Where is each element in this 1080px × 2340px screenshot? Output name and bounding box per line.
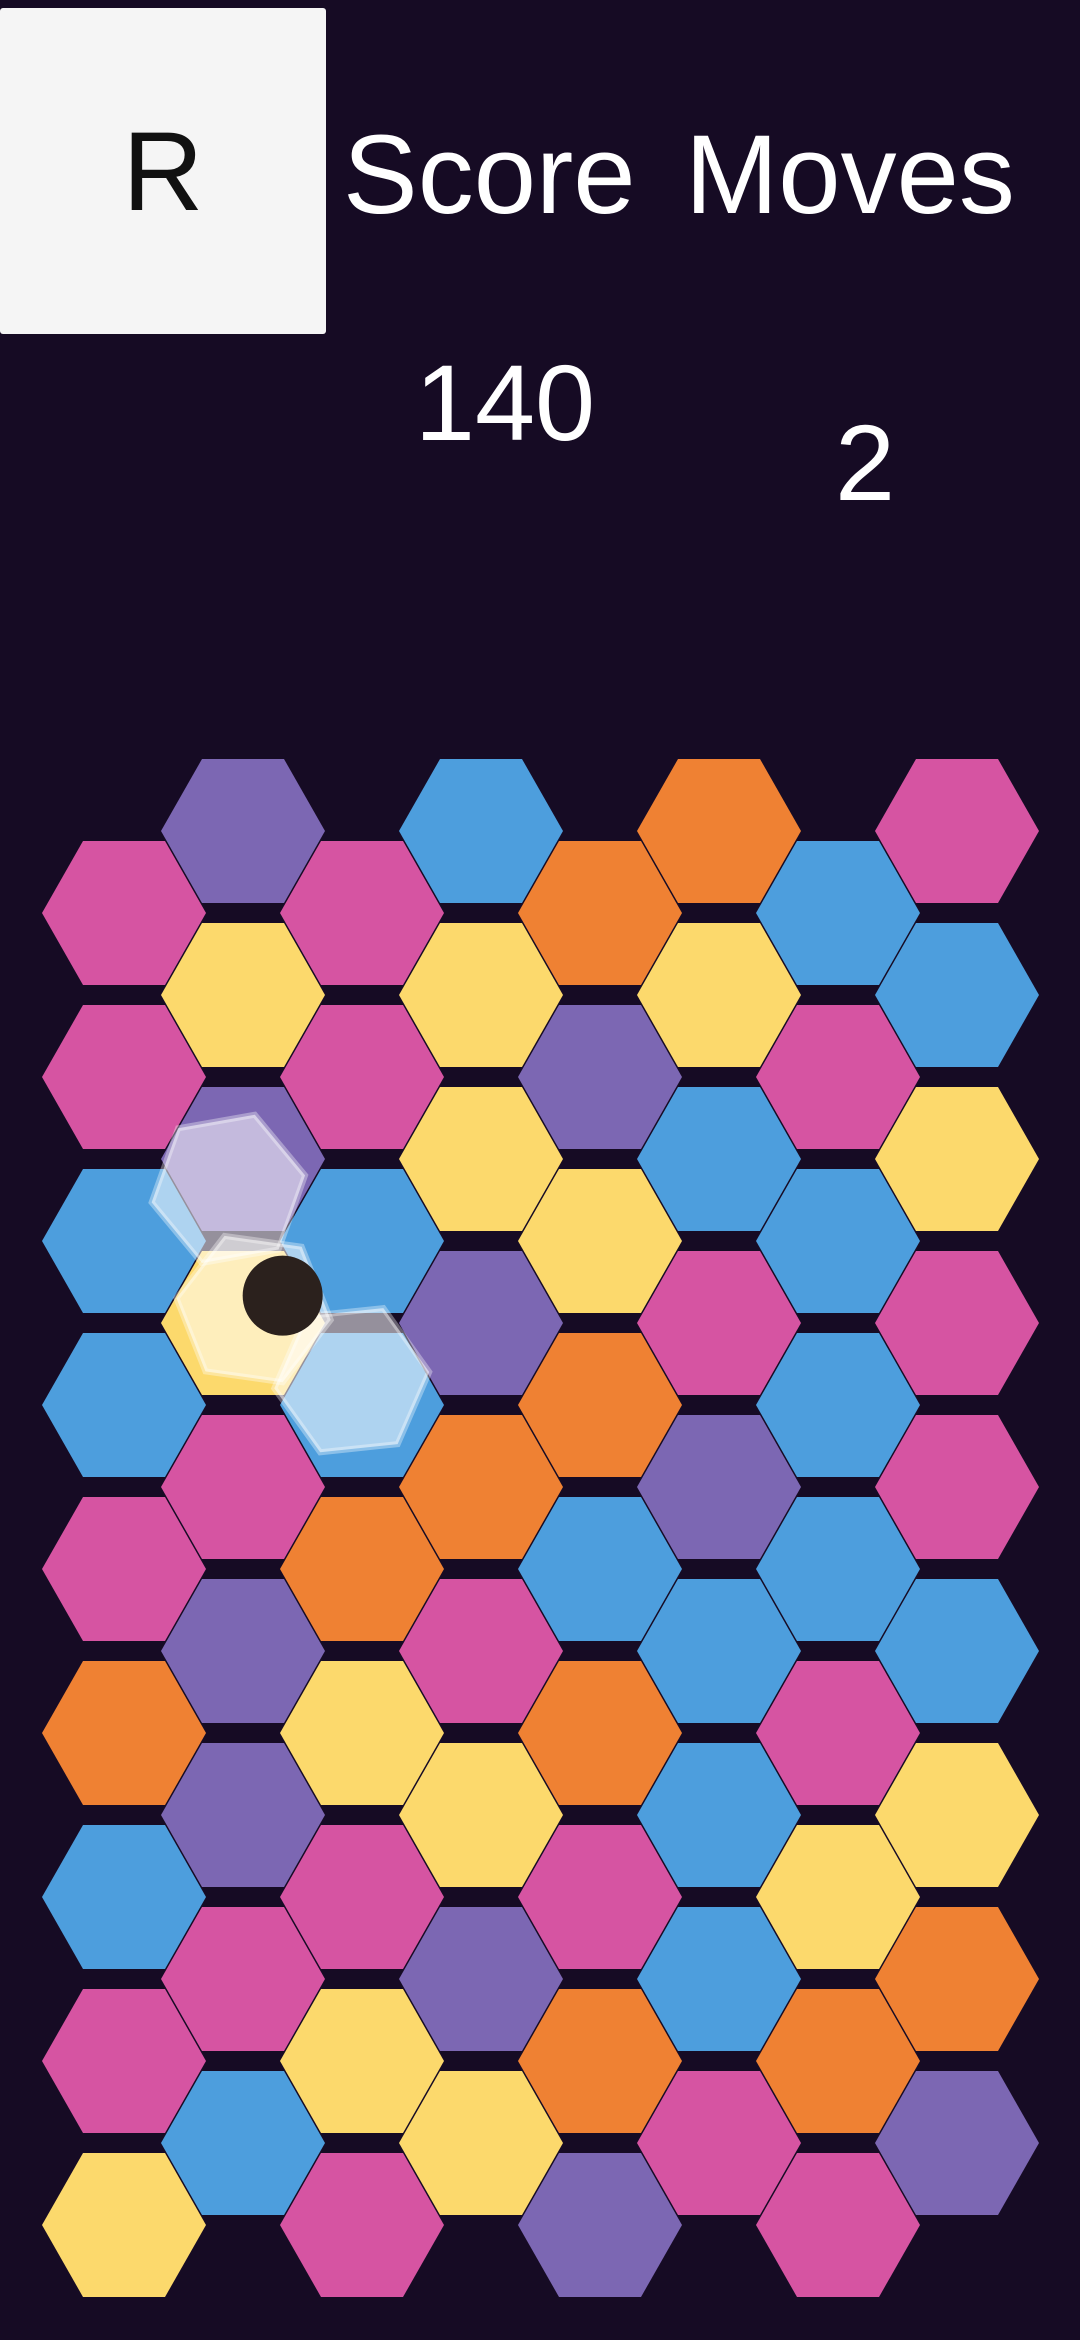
reset-button[interactable]: R <box>0 8 326 334</box>
score-label: Score <box>343 112 636 237</box>
score-value: 140 <box>414 342 596 463</box>
hex-board[interactable] <box>0 740 1080 2340</box>
rotation-pivot-dot[interactable] <box>242 1255 323 1336</box>
moves-label: Moves <box>685 112 1015 237</box>
moves-value: 2 <box>834 402 896 523</box>
